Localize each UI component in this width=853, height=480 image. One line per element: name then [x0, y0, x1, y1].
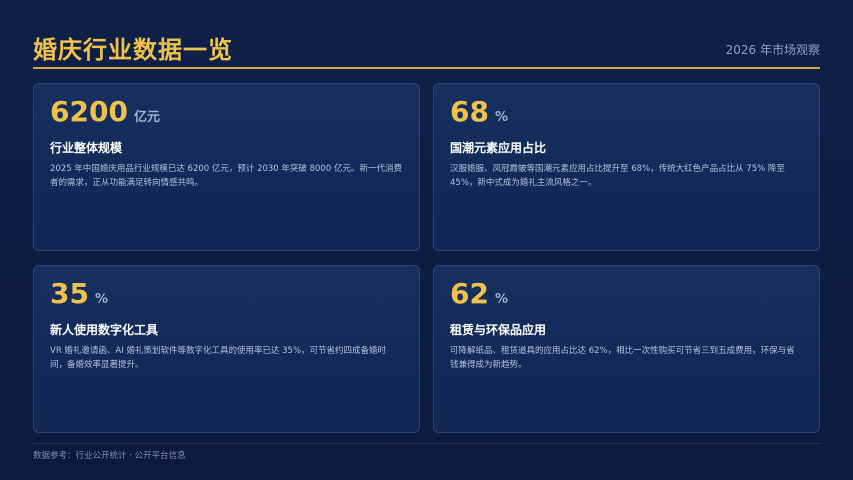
stat-unit: % — [494, 110, 508, 125]
stat-title: 行业整体规模 — [50, 141, 123, 155]
page-title: 婚庆行业数据一览 — [33, 36, 233, 64]
stat-card-guochao: 68 % 国潮元素应用占比 汉服婚服、凤冠霞帔等国潮元素应用占比提升至 68%，… — [433, 83, 820, 251]
stat-description: VR 婚礼邀请函、AI 婚礼策划软件等数字化工具的使用率已达 35%，可节省约四… — [50, 346, 387, 370]
stat-value: 35 — [50, 277, 89, 310]
header-divider — [33, 67, 820, 69]
stat-description: 2025 年中国婚庆用品行业规模已达 6200 亿元，预计 2030 年突破 8… — [50, 164, 402, 188]
stat-value-row: 35 % — [50, 278, 403, 314]
stat-value-row: 68 % — [450, 96, 803, 132]
stat-value: 62 — [450, 277, 489, 310]
stat-value-row: 6200 亿元 — [50, 96, 403, 132]
stat-title: 国潮元素应用占比 — [450, 141, 547, 155]
stat-value-row: 62 % — [450, 278, 803, 314]
source-note: 数据参考：行业公开统计 · 公开平台信息 — [33, 451, 186, 461]
header: 婚庆行业数据一览 2026 年市场观察 — [33, 26, 820, 66]
page-subtitle: 2026 年市场观察 — [725, 43, 820, 57]
stat-description: 可降解纸品、租赁道具的应用占比达 62%，相比一次性购买可节省三到五成费用，环保… — [450, 346, 795, 370]
stat-title: 新人使用数字化工具 — [50, 323, 159, 337]
slide: 婚庆行业数据一览 2026 年市场观察 6200 亿元 行业整体规模 2025 … — [0, 0, 853, 480]
stat-description: 汉服婚服、凤冠霞帔等国潮元素应用占比提升至 68%，传统大红色产品占比从 75%… — [450, 164, 785, 188]
stat-value: 6200 — [50, 95, 128, 128]
stat-card-rental-eco: 62 % 租赁与环保品应用 可降解纸品、租赁道具的应用占比达 62%，相比一次性… — [433, 265, 820, 433]
stat-unit: % — [494, 292, 508, 307]
stat-value: 68 — [450, 95, 489, 128]
stat-card-market-size: 6200 亿元 行业整体规模 2025 年中国婚庆用品行业规模已达 6200 亿… — [33, 83, 420, 251]
stat-unit: 亿元 — [133, 110, 160, 125]
footer-divider — [33, 443, 820, 444]
stat-card-digital-tools: 35 % 新人使用数字化工具 VR 婚礼邀请函、AI 婚礼策划软件等数字化工具的… — [33, 265, 420, 433]
stat-unit: % — [94, 292, 108, 307]
stats-grid: 6200 亿元 行业整体规模 2025 年中国婚庆用品行业规模已达 6200 亿… — [33, 83, 820, 433]
stat-title: 租赁与环保品应用 — [450, 323, 547, 337]
